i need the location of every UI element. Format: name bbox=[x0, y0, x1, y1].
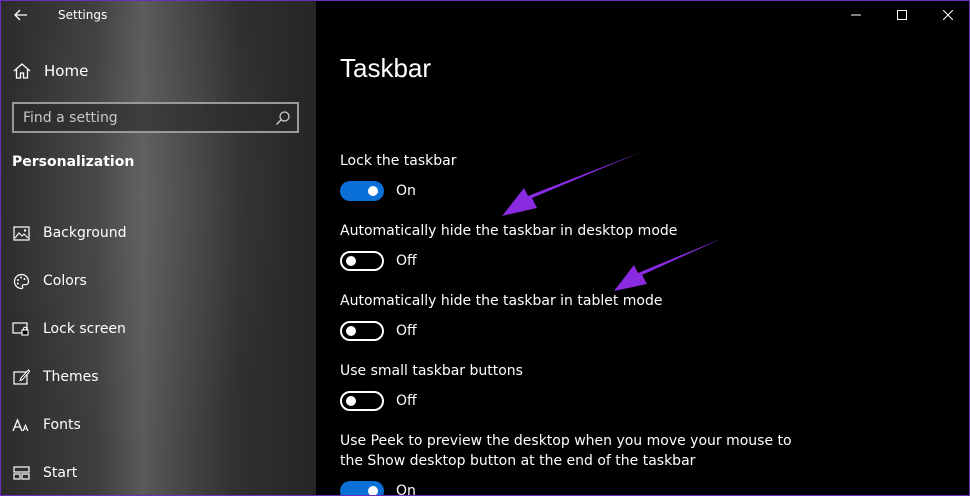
minimize-icon bbox=[851, 14, 861, 16]
brush-icon bbox=[12, 368, 30, 386]
sidebar-item-label: Colors bbox=[43, 273, 87, 289]
search-box[interactable] bbox=[12, 102, 299, 133]
setting-label: Lock the taskbar bbox=[340, 153, 457, 169]
sidebar-item-label: Themes bbox=[43, 369, 99, 385]
start-icon bbox=[12, 464, 30, 482]
close-icon bbox=[943, 10, 953, 20]
sidebar-item-background[interactable]: Background bbox=[12, 209, 312, 257]
sidebar-item-themes[interactable]: Themes bbox=[12, 353, 312, 401]
annotation-arrow-icon bbox=[614, 238, 723, 291]
palette-icon bbox=[12, 272, 30, 290]
sidebar-item-fonts[interactable]: Fonts bbox=[12, 401, 312, 449]
lock-screen-icon bbox=[12, 320, 30, 338]
sidebar-item-colors[interactable]: Colors bbox=[12, 257, 312, 305]
home-link[interactable]: Home bbox=[12, 59, 88, 83]
toggle-state: Off bbox=[396, 393, 417, 409]
page-title: Taskbar bbox=[340, 53, 432, 83]
sidebar: Settings Home Personalization Background bbox=[1, 1, 316, 495]
setting-label: Use small taskbar buttons bbox=[340, 363, 523, 379]
annotation-arrow-icon bbox=[502, 152, 641, 216]
window-controls bbox=[833, 1, 969, 29]
home-icon bbox=[13, 63, 31, 79]
setting-label: Use Peek to preview the desktop when you… bbox=[340, 433, 792, 449]
sidebar-item-label: Fonts bbox=[43, 417, 81, 433]
autohide-tablet-toggle[interactable] bbox=[340, 321, 384, 341]
sidebar-item-lock-screen[interactable]: Lock screen bbox=[12, 305, 312, 353]
sidebar-item-start[interactable]: Start bbox=[12, 449, 312, 495]
sidebar-item-label: Lock screen bbox=[43, 321, 126, 337]
setting-peek: Use Peek to preview the desktop when you… bbox=[340, 431, 792, 496]
image-icon bbox=[12, 224, 30, 242]
title-bar: Settings bbox=[1, 1, 316, 31]
sidebar-nav: Background Colors Lock screen Themes Fon… bbox=[12, 209, 312, 495]
toggle-state: Off bbox=[396, 253, 417, 269]
sidebar-item-label: Background bbox=[43, 225, 127, 241]
search-input[interactable] bbox=[14, 104, 269, 131]
setting-lock-taskbar: Lock the taskbar On bbox=[340, 151, 457, 201]
setting-autohide-tablet: Automatically hide the taskbar in tablet… bbox=[340, 291, 663, 341]
toggle-state: Off bbox=[396, 323, 417, 339]
setting-small-buttons: Use small taskbar buttons Off bbox=[340, 361, 523, 411]
back-arrow-icon bbox=[14, 9, 27, 21]
home-label: Home bbox=[44, 62, 89, 80]
sidebar-item-label: Start bbox=[43, 465, 78, 481]
app-title: Settings bbox=[58, 8, 108, 22]
toggle-state: On bbox=[396, 183, 416, 199]
toggle-state: On bbox=[396, 483, 416, 496]
section-heading: Personalization bbox=[12, 154, 135, 170]
search-icon[interactable] bbox=[275, 110, 291, 126]
peek-toggle[interactable] bbox=[340, 481, 384, 495]
back-button[interactable] bbox=[11, 5, 31, 25]
minimize-button[interactable] bbox=[833, 1, 879, 29]
close-button[interactable] bbox=[925, 1, 969, 29]
settings-window: Settings Home Personalization Background bbox=[0, 0, 970, 496]
maximize-icon bbox=[897, 10, 907, 20]
maximize-button[interactable] bbox=[879, 1, 925, 29]
autohide-desktop-toggle[interactable] bbox=[340, 251, 384, 271]
setting-label: the Show desktop button at the end of th… bbox=[340, 453, 696, 469]
lock-taskbar-toggle[interactable] bbox=[340, 181, 384, 201]
small-buttons-toggle[interactable] bbox=[340, 391, 384, 411]
font-icon bbox=[12, 416, 30, 434]
